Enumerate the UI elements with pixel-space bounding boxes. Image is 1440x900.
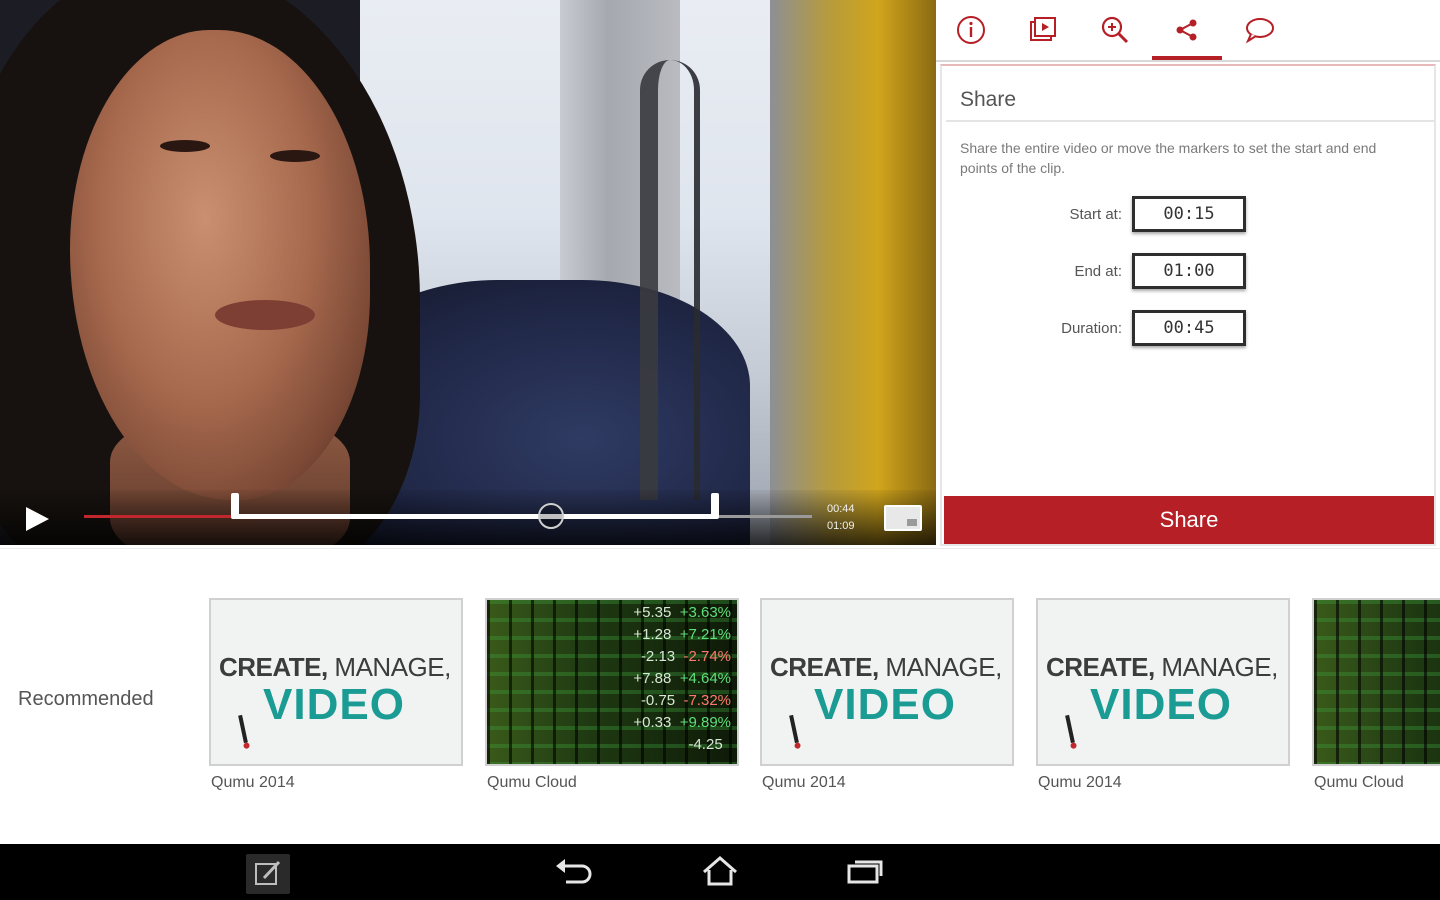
thumbnail-text: CREATE, MANAGE, [1046,652,1278,682]
recommended-caption: Qumu 2014 [211,774,295,791]
stock-ticker-background [1314,600,1440,764]
end-at-label: End at: [1074,263,1122,280]
recommended-section: Recommended CREATE, MANAGE, VIDEO Qumu 2… [0,548,1440,844]
thumbnail-text: CREATE, MANAGE, [219,652,451,682]
current-time: 00:44 [827,503,855,515]
playlist-icon [1030,17,1056,41]
tab-playlist[interactable] [1008,0,1078,60]
video-thumbnail: CREATE, MANAGE, VIDEO [1036,598,1290,766]
comment-icon [1245,18,1274,44]
compose-button[interactable] [246,854,290,894]
recommended-caption: Qumu Cloud [1314,774,1404,791]
end-at-field[interactable]: 01:00 [1132,253,1246,289]
video-thumbnail: CREATE, MANAGE, VIDEO [209,598,463,766]
zoom-in-icon [1101,16,1129,44]
clip-range [234,514,716,519]
home-icon [703,856,737,886]
back-button[interactable] [552,852,596,892]
recommended-caption: Qumu Cloud [487,774,577,791]
share-title: Share [946,70,1434,122]
stock-row: -2.13 -2.74% [640,648,731,665]
pen-icon [1065,714,1075,744]
start-at-row: Start at: 00:15 [942,196,1438,232]
recommended-item[interactable]: Qumu Cloud [1312,598,1440,792]
system-nav-bar [0,844,1440,900]
video-thumbnail [1312,598,1440,766]
share-icon [1176,19,1197,41]
duration-label: Duration: [1061,320,1122,337]
start-at-label: Start at: [1069,206,1122,223]
end-at-row: End at: 01:00 [942,253,1438,289]
recommended-item[interactable]: +5.35 +3.63% +1.28 +7.21% -2.13 -2.74% +7.8… [485,598,741,792]
duration-row: Duration: 00:45 [942,310,1438,346]
recommended-caption: Qumu 2014 [1038,774,1122,791]
clip-start-marker[interactable] [231,493,239,519]
clip-end-marker[interactable] [711,493,719,519]
stock-row: -4.25 [688,736,731,753]
video-player[interactable]: 00:44 01:09 [0,0,936,545]
side-panel: Share Share the entire video or move the… [936,0,1440,548]
app-root: 00:44 01:09 Share Share the entire video… [0,0,1440,900]
recommended-label: Recommended [18,688,154,710]
thumbnail-title: VIDEO [263,680,405,729]
video-frame [0,0,936,545]
recent-apps-icon [847,860,883,884]
panel-tabs [936,0,1440,62]
seek-scrubber[interactable] [538,503,564,529]
stock-row: +7.88 +4.64% [633,670,731,687]
fullscreen-button[interactable] [884,505,922,531]
stock-values: +5.35 +3.63% +1.28 +7.21% -2.13 -2.74% +7.8… [621,602,731,756]
stock-row: +1.28 +7.21% [633,626,731,643]
home-button[interactable] [698,852,742,892]
info-icon [957,16,985,44]
share-button[interactable]: Share [944,496,1434,544]
tab-info[interactable] [936,0,1006,60]
total-time: 01:09 [827,520,855,532]
stock-row: +5.35 +3.63% [633,604,731,621]
start-at-field[interactable]: 00:15 [1132,196,1246,232]
recommended-item[interactable]: CREATE, MANAGE, VIDEO Qumu 2014 [209,598,465,792]
tab-share[interactable] [1152,0,1222,60]
video-thumbnail: CREATE, MANAGE, VIDEO [760,598,1014,766]
play-icon [26,507,49,531]
tab-zoom[interactable] [1080,0,1150,60]
thumbnail-title: VIDEO [1090,680,1232,729]
compose-icon [255,860,281,885]
tab-comments[interactable] [1224,0,1294,60]
thumbnail-title: VIDEO [814,680,956,729]
stock-row: +0.33 +9.89% [633,714,731,731]
video-scene-lips [215,300,315,330]
seek-bar-played [84,515,234,518]
recommended-caption: Qumu 2014 [762,774,846,791]
play-button[interactable] [22,504,52,534]
video-scene-eye [270,150,320,162]
player-controls: 00:44 01:09 [0,490,936,545]
recommended-item[interactable]: CREATE, MANAGE, VIDEO Qumu 2014 [1036,598,1292,792]
video-scene-pillar [770,0,936,545]
pen-icon [238,714,248,744]
thumbnail-text: CREATE, MANAGE, [770,652,1002,682]
duration-field[interactable]: 00:45 [1132,310,1246,346]
video-scene-eye [160,140,210,152]
video-scene-handle [640,60,700,500]
back-icon [556,859,592,884]
pen-icon [789,714,799,744]
share-description: Share the entire video or move the marke… [960,140,1377,176]
video-thumbnail: +5.35 +3.63% +1.28 +7.21% -2.13 -2.74% +7.8… [485,598,739,766]
stock-row: -0.75 -7.32% [640,692,731,709]
recent-apps-button[interactable] [843,852,887,892]
share-panel: Share Share the entire video or move the… [940,64,1436,546]
recommended-item[interactable]: CREATE, MANAGE, VIDEO Qumu 2014 [760,598,1016,792]
